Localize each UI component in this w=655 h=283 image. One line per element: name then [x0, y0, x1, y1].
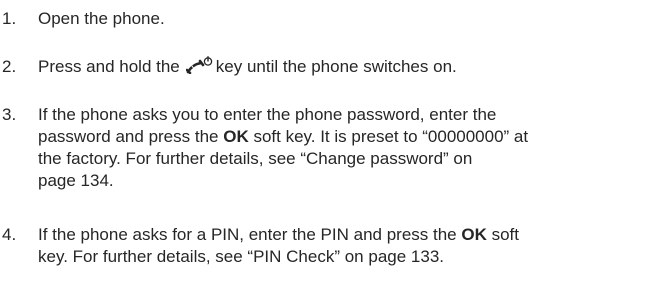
instruction-steps: 1. Open the phone. 2. Press and hold the… [0, 0, 655, 283]
ok-softkey-label: OK [461, 225, 487, 244]
step-line: key. For further details, see “PIN Check… [38, 247, 444, 266]
step-number: 4. [2, 225, 17, 244]
step-number: 2. [2, 57, 17, 76]
step-text-segment: soft key. It is preset to “00000000” at [248, 127, 529, 146]
ok-softkey-label: OK [223, 127, 249, 146]
step-line: page 134. [38, 171, 114, 190]
step-text: If the phone asks for a PIN, enter the P… [38, 224, 651, 268]
step-number: 1. [2, 9, 17, 28]
step-line: the factory. For further details, see “C… [38, 149, 473, 168]
step-text: Press and hold the key until the phone s… [38, 56, 651, 78]
step-line: Press and hold the key until the phone s… [38, 56, 651, 78]
step-text-after: key until the phone switches on. [215, 57, 457, 76]
step-line: If the phone asks you to enter the phone… [38, 105, 497, 124]
step-text-before: Press and hold the [38, 57, 180, 76]
step-text-segment: If the phone asks for a PIN, enter the P… [38, 225, 462, 244]
step-number: 3. [2, 105, 17, 124]
step-line: password and press the OK soft key. It i… [38, 126, 651, 148]
step-text-segment: password and press the [38, 127, 224, 146]
step-text: If the phone asks you to enter the phone… [38, 104, 651, 192]
power-end-key-icon [185, 56, 214, 74]
step-line: If the phone asks for a PIN, enter the P… [38, 224, 651, 246]
step-line: Open the phone. [38, 9, 165, 28]
step-text-segment: soft [486, 225, 519, 244]
step-text: Open the phone. [38, 8, 651, 30]
